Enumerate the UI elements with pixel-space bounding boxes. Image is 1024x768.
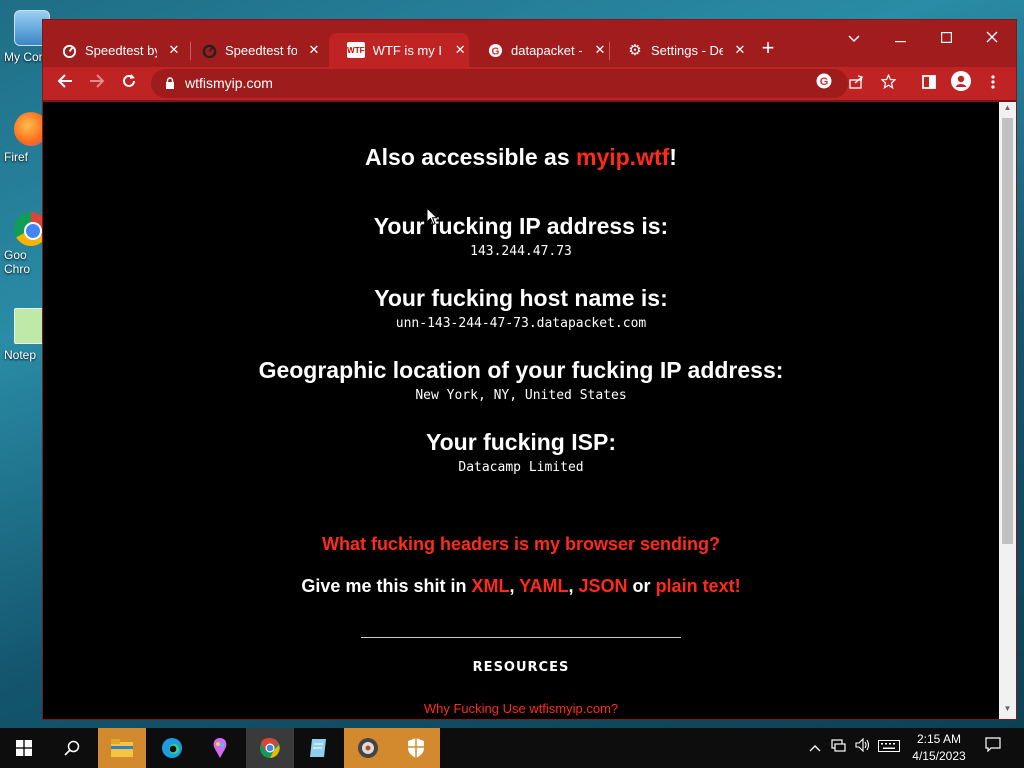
tab-title: Settings - DeL [651,42,723,58]
desktop-icon-my-computer[interactable]: My Com [0,10,50,64]
json-link[interactable]: JSON [579,576,628,596]
url-text: wtfismyip.com [185,75,273,91]
why-use-link[interactable]: Why Fucking Use wtfismyip.com? [43,701,999,716]
isp-value: Datacamp Limited [458,460,584,475]
browser-toolbar: wtfismyip.com G [43,67,1016,100]
formats-or: or [627,576,656,596]
ip-value: 143.244.47.73 [470,244,572,259]
media-icon[interactable] [344,728,392,768]
tab-speedtest-2[interactable]: Speedtest for ✕ [183,33,329,67]
tab-wtfismyip[interactable]: WTF WTF is my IP?! ✕ [329,33,469,67]
formats-line: Give me this shit in XML, YAML, JSON or … [43,576,999,597]
desktop-icon-firefox[interactable]: Firef [0,112,48,164]
side-panel-button[interactable] [916,71,942,97]
vertical-scrollbar[interactable]: ▲ ▼ [999,102,1016,719]
close-icon[interactable]: ✕ [451,42,469,58]
tab-title: Speedtest for [225,42,297,58]
tab-datapacket[interactable]: G datapacket - G ✕ [469,33,609,67]
clock-time: 2:15 AM [916,732,962,746]
windows-start-icon[interactable] [0,728,48,768]
desktop-icon-label: My Com [4,50,46,64]
volume-icon[interactable] [852,728,874,768]
formats-sep: , [568,576,579,596]
scrollbar-thumb[interactable] [1002,118,1013,544]
notification-icon[interactable] [980,728,1006,768]
xml-link[interactable]: XML [471,576,509,596]
host-heading: Your fucking host name is: [374,285,668,311]
scroll-up-arrow-icon[interactable]: ▲ [999,103,1016,117]
svg-text:G: G [491,46,499,57]
google-icon: G [487,42,503,58]
web-page: Also accessible as myip.wtf! Your fuckin… [43,102,999,719]
taskbar: 2:15 AM 4/15/2023 [0,728,1024,768]
desktop-icon-label: Firef [4,150,28,164]
tab-title: Speedtest by O [85,42,157,58]
plain-text-link[interactable]: plain text! [656,576,741,596]
close-icon[interactable]: ✕ [305,42,323,58]
edge-icon[interactable] [148,728,196,768]
close-icon[interactable]: ✕ [591,42,609,58]
clock-date: 4/15/2023 [912,749,966,763]
forward-button[interactable] [84,71,110,97]
desktop-icon-label: Notep [4,348,37,362]
chevron-up-icon[interactable] [804,728,826,768]
also-suffix: ! [669,144,677,170]
isp-heading: Your fucking ISP: [426,429,616,455]
desktop-icon-label-line1: Goo [4,248,27,262]
host-value: unn-143-244-47-73.datapacket.com [395,316,647,331]
tab-title: WTF is my IP?! [372,42,444,58]
search-icon[interactable] [48,728,96,768]
myip-wtf-link[interactable]: myip.wtf [576,144,669,170]
formats-prefix: Give me this shit in [301,576,472,596]
desktop-icon-chrome[interactable]: Goo Chro [0,212,48,276]
tab-search-button[interactable] [831,24,877,54]
tab-title: datapacket - G [511,42,583,58]
menu-kebab-icon[interactable] [980,71,1006,97]
bookmark-star-icon[interactable] [877,73,899,95]
mouse-cursor-icon [426,207,438,226]
close-icon[interactable]: ✕ [731,42,749,58]
file-explorer-icon[interactable] [98,728,146,768]
paint-icon[interactable] [196,728,244,768]
lock-icon [166,77,174,89]
scroll-down-arrow-icon[interactable]: ▼ [999,704,1016,718]
browser-window: Speedtest by O ✕ Speedtest for ✕ WTF WTF… [43,20,1016,719]
close-icon[interactable]: ✕ [165,42,183,58]
profile-avatar[interactable] [948,71,974,97]
minimize-button[interactable] [877,24,923,54]
desktop-icon-notepad[interactable]: Notep [0,308,50,362]
formats-sep: , [509,576,520,596]
yaml-link[interactable]: YAML [519,576,568,596]
also-accessible-heading: Also accessible as myip.wtf! [43,144,999,171]
network-icon[interactable] [828,728,850,768]
svg-text:G: G [820,76,829,88]
new-tab-button[interactable]: + [755,35,781,61]
gear-icon: ⚙ [628,42,642,59]
notepad-icon[interactable] [294,728,342,768]
speedtest-icon [61,42,77,58]
address-bar[interactable]: wtfismyip.com G [151,69,896,98]
wtf-icon: WTF [347,42,365,58]
chrome-icon[interactable] [246,728,294,768]
also-prefix: Also accessible as [365,144,576,170]
tab-strip: Speedtest by O ✕ Speedtest for ✕ WTF WTF… [43,20,1016,67]
system-clock[interactable]: 2:15 AM 4/15/2023 [896,731,982,765]
google-lens-icon[interactable]: G [813,73,835,95]
tab-speedtest-1[interactable]: Speedtest by O ✕ [43,33,183,67]
close-window-button[interactable] [969,24,1015,54]
back-button[interactable] [52,71,78,97]
ip-heading: Your fucking IP address is: [373,213,669,239]
maximize-button[interactable] [923,24,969,54]
security-icon[interactable] [392,728,440,768]
divider [361,637,681,638]
tab-settings[interactable]: ⚙ Settings - DeL ✕ [609,33,749,67]
geo-value: New York, NY, United States [415,388,627,403]
headers-link[interactable]: What fucking headers is my browser sendi… [43,534,999,555]
speedtest-dark-icon [201,42,217,58]
resources-heading: RESOURCES [472,660,570,675]
reload-button[interactable] [116,71,142,97]
geo-heading: Geographic location of your fucking IP a… [258,357,784,383]
desktop-icon-label-line2: Chro [4,262,31,276]
share-icon[interactable] [845,73,867,95]
